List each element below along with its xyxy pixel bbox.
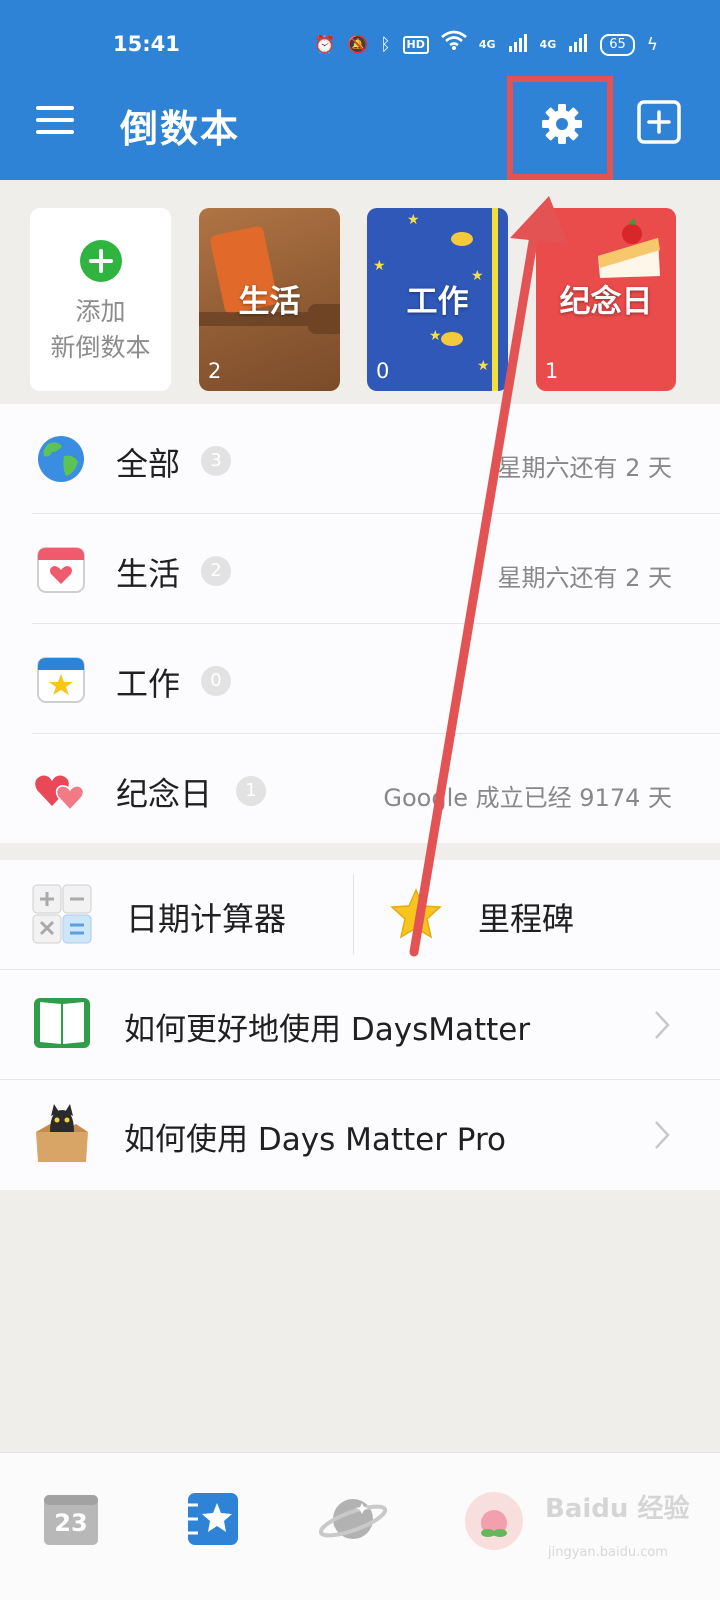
book-title: 工作 [406, 284, 469, 320]
category-row-life[interactable]: 生活 2 星期六还有 2 天 [0, 514, 720, 624]
count-badge: 0 [201, 666, 231, 696]
calculator-icon [32, 884, 92, 944]
signal-4g-icon: 4G [478, 38, 496, 51]
alarm-icon: ⏰ [313, 34, 336, 55]
book-icon [34, 998, 90, 1048]
planet-tab[interactable] [318, 1491, 388, 1547]
heart-calendar-icon [37, 547, 85, 593]
category-next-event: 星期六还有 2 天 [497, 454, 672, 482]
count-badge: 2 [201, 556, 231, 586]
wifi-icon [441, 30, 467, 59]
book-count: 0 [376, 359, 390, 383]
category-row-all[interactable]: 全部 3 星期六还有 2 天 [0, 404, 720, 514]
planet-icon [441, 332, 463, 346]
charging-icon: ϟ [646, 34, 658, 55]
milestone-label: 里程碑 [478, 900, 575, 938]
star-icon: ★ [477, 358, 490, 374]
annotation-highlight-box [507, 76, 613, 180]
category-label: 纪念日 [116, 775, 213, 813]
book-count: 1 [545, 359, 559, 383]
signal-bars-icon-2 [568, 33, 588, 57]
add-book-label-1: 添加 [75, 297, 126, 326]
help-link-row[interactable]: 如何更好地使用 DaysMatter [0, 970, 720, 1080]
star-icon: ★ [429, 328, 442, 344]
planet-icon [318, 1499, 388, 1539]
battery-icon: 65 [600, 33, 635, 56]
book-anniversary[interactable]: 纪念日 1 [536, 208, 676, 391]
signal-bars-icon [508, 33, 528, 57]
calendar-tab[interactable]: 23 [42, 1491, 100, 1547]
book-title: 纪念日 [559, 284, 653, 320]
pro-link-label: 如何使用 Days Matter Pro [124, 1122, 506, 1158]
calendar-day: 23 [54, 1509, 88, 1537]
peach-icon [465, 1492, 523, 1550]
add-book-icon[interactable] [636, 99, 682, 145]
category-row-work[interactable]: 工作 0 [0, 624, 720, 734]
menu-icon[interactable] [36, 106, 74, 134]
hearts-icon [35, 775, 85, 812]
category-label: 工作 [116, 665, 181, 703]
pro-link-row[interactable]: 如何使用 Days Matter Pro [0, 1080, 720, 1190]
category-list: 全部 3 星期六还有 2 天 生活 2 星期六还有 2 天 工作 0 纪念日 1… [0, 404, 720, 843]
chevron-right-icon [655, 1121, 670, 1149]
date-calculator-button[interactable]: 日期计算器 [0, 860, 353, 970]
help-link-label: 如何更好地使用 DaysMatter [124, 1012, 531, 1048]
mute-icon: 🔕 [347, 34, 369, 55]
category-label: 生活 [116, 555, 181, 593]
countdown-books-tab[interactable] [186, 1491, 240, 1547]
status-time: 15:41 [113, 32, 180, 56]
watermark-logo: Baidu 经验 [545, 1494, 690, 1524]
plus-icon [79, 240, 122, 282]
chevron-right-icon [655, 1011, 670, 1039]
status-icons: ⏰ 🔕 ᛒ HD 4G 4G 65 ϟ [314, 30, 658, 59]
star-book-icon [188, 1493, 238, 1545]
peach-tab[interactable] [464, 1491, 524, 1550]
signal-4g-icon-2: 4G [539, 38, 557, 51]
star-icon: ★ [373, 258, 386, 274]
hd-icon: HD [402, 35, 429, 54]
bluetooth-icon: ᛒ [380, 34, 391, 55]
category-next-event: Google 成立已经 9174 天 [383, 784, 672, 812]
cake-icon [598, 218, 660, 278]
books-row: 添加 新倒数本 生活 2 ★ ★ ★ ★ ★ 工作 0 纪念日 1 [0, 180, 720, 406]
globe-icon [38, 436, 84, 482]
date-calculator-label: 日期计算器 [126, 900, 287, 938]
book-work[interactable]: ★ ★ ★ ★ ★ 工作 0 [367, 208, 508, 391]
category-label: 全部 [116, 445, 181, 483]
star-icon [390, 888, 442, 939]
count-badge: 3 [201, 446, 231, 476]
page-title: 倒数本 [120, 107, 241, 151]
star-icon: ★ [407, 212, 420, 228]
book-title: 生活 [238, 284, 301, 320]
star-calendar-icon [37, 657, 85, 703]
book-count: 2 [208, 359, 222, 383]
add-book-label-2: 新倒数本 [50, 333, 151, 362]
count-badge: 1 [236, 776, 266, 806]
milestone-button[interactable]: 里程碑 [354, 860, 720, 970]
watermark-url: jingyan.baidu.com [548, 1545, 668, 1560]
cat-box-icon [36, 1104, 88, 1162]
tools-row: 日期计算器 里程碑 [0, 860, 720, 970]
planet-icon [451, 232, 473, 246]
add-book-button[interactable]: 添加 新倒数本 [30, 208, 171, 391]
bottom-tab-bar: 23 [0, 1452, 720, 1600]
category-row-anniversary[interactable]: 纪念日 1 Google 成立已经 9174 天 [0, 734, 720, 844]
book-life[interactable]: 生活 2 [199, 208, 340, 391]
category-next-event: 星期六还有 2 天 [497, 564, 672, 592]
